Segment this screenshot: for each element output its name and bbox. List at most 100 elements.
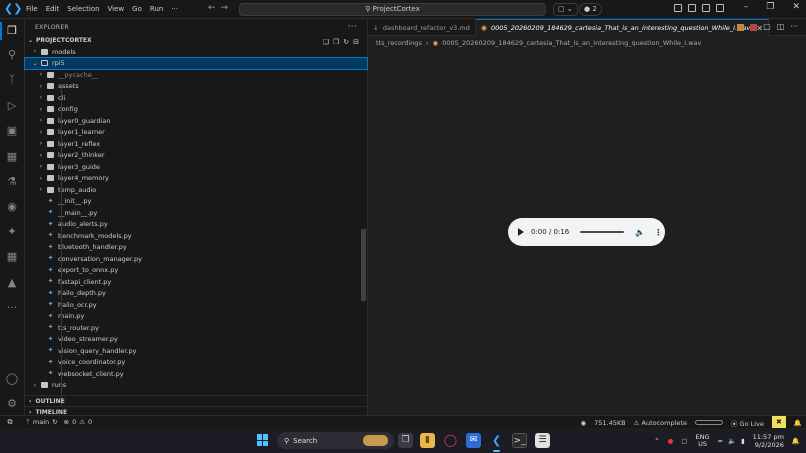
battery-icon[interactable]: ▮ (741, 437, 745, 445)
chevron-up-icon[interactable]: ⌃ (654, 437, 659, 445)
menu-file[interactable]: File (22, 5, 42, 13)
toggle-secondary-sidebar-icon[interactable] (716, 4, 724, 12)
close-icon[interactable]: ✕ (792, 2, 800, 12)
folder-item[interactable]: › layer1_learner (25, 127, 367, 139)
app-icon[interactable]: ☰ (535, 433, 550, 448)
autocomplete-status[interactable]: ⚠ Autocomplete (634, 419, 687, 427)
tab-wav-file[interactable]: ◉ 0005_20260209_184629_cartesia_That_is_… (475, 19, 769, 36)
file-item[interactable]: ✦ video_streamer.py (25, 334, 367, 346)
file-item[interactable]: ✦ audio_alerts.py (25, 219, 367, 231)
file-item[interactable]: ✦ __init__.py (25, 196, 367, 208)
menu-run[interactable]: Run (146, 5, 167, 13)
run-debug-icon[interactable]: ▷ (5, 99, 19, 113)
more-actions-icon[interactable]: ··· (790, 22, 798, 31)
azure-icon[interactable]: ▲ (5, 276, 19, 290)
extensions-icon[interactable]: ▦ (5, 150, 19, 164)
copilot-status-icon[interactable]: ◉ (580, 419, 586, 427)
menu-edit[interactable]: Edit (42, 5, 64, 13)
menu-more[interactable]: ··· (167, 5, 182, 13)
tab-dashboard-refactor[interactable]: ↓ dashboard_refactor_v3.md (368, 19, 476, 36)
opera-icon[interactable]: ◯ (443, 433, 458, 448)
folder-item[interactable]: › assets (25, 81, 367, 93)
language-indicator[interactable]: ENG US (696, 433, 710, 448)
toggle-panel-icon[interactable] (702, 4, 710, 12)
windows-start-icon[interactable] (257, 434, 269, 446)
menu-view[interactable]: View (104, 5, 129, 13)
volume-icon[interactable]: 🔈 (728, 437, 736, 445)
customize-layout-icon[interactable] (674, 4, 682, 12)
new-folder-icon[interactable]: ❐ (333, 38, 339, 46)
open-preview-icon[interactable]: ▢ (763, 22, 771, 31)
restore-icon[interactable]: ❐ (766, 2, 774, 12)
file-item[interactable]: ✦ __main__.py (25, 207, 367, 219)
folder-item[interactable]: ⌄ rpi5 (24, 56, 368, 70)
go-live-button[interactable]: ⦿ Go Live (731, 418, 764, 428)
sidebar-scrollbar[interactable] (361, 229, 366, 301)
collapse-all-icon[interactable]: ⊟ (353, 38, 359, 46)
audio-seek-bar[interactable] (580, 231, 625, 233)
copilot-chat-icon[interactable]: ✦ (5, 225, 19, 239)
folder-item[interactable]: › config (25, 104, 367, 116)
file-explorer-icon[interactable]: ▮ (420, 433, 435, 448)
file-item[interactable]: ✦ vision_query_handler.py (25, 345, 367, 357)
file-item[interactable]: ✦ websocket_client.py (25, 368, 367, 380)
more-views-icon[interactable]: ··· (5, 301, 19, 315)
task-view-icon[interactable]: ❐ (398, 433, 413, 448)
folder-item[interactable]: › __pycache__ (25, 69, 367, 81)
folder-item[interactable]: › layer4_memory (25, 173, 367, 185)
taskbar-search[interactable]: ⚲ Search (277, 432, 394, 449)
project-root[interactable]: ⌄ PROJECTCORTEX (25, 35, 367, 46)
clock[interactable]: 11:57 pm 9/2/2026 (753, 433, 784, 449)
search-view-icon[interactable]: ⚲ (5, 48, 19, 62)
toggle-sidebar-icon[interactable] (688, 4, 696, 12)
testing-icon[interactable]: ⚗ (5, 175, 19, 189)
remote-explorer-icon[interactable]: ▣ (5, 124, 19, 138)
tray-app-icon[interactable]: ● (668, 437, 674, 445)
file-item[interactable]: ✦ conversation_manager.py (25, 253, 367, 265)
file-item[interactable]: ✦ benchmark_models.py (25, 230, 367, 242)
folder-item[interactable]: › runs (25, 380, 367, 392)
player-menu-icon[interactable]: ⋮ (654, 228, 662, 237)
folder-item[interactable]: › temp_audio (25, 184, 367, 196)
tray-app-icon[interactable]: ▢ (681, 437, 687, 445)
minimize-icon[interactable]: – (744, 2, 749, 12)
extension-action-icon[interactable] (737, 24, 745, 31)
outline-section[interactable]: › OUTLINE (25, 395, 367, 406)
menu-selection[interactable]: Selection (63, 5, 103, 13)
folder-item[interactable]: › layer3_guide (25, 161, 367, 173)
command-center-search[interactable]: ⚲ ProjectCortex (239, 3, 546, 16)
containers-icon[interactable]: ▦ (5, 250, 19, 264)
menu-go[interactable]: Go (128, 5, 146, 13)
file-item[interactable]: ✦ fastapi_client.py (25, 276, 367, 288)
file-item[interactable]: ✦ bluetooth_handler.py (25, 242, 367, 254)
sync-icon[interactable]: ↻ (52, 418, 57, 426)
back-arrow-icon[interactable]: ← (208, 3, 221, 13)
notifications-bell-icon[interactable]: 🔔 (794, 419, 802, 427)
settings-gear-icon[interactable]: ⚙ (5, 397, 19, 411)
volume-icon[interactable]: 🔈 (635, 228, 645, 237)
folder-item[interactable]: › layer2_thinker (25, 150, 367, 162)
split-editor-icon[interactable]: ◫ (777, 22, 785, 31)
folder-item[interactable]: › models (25, 46, 367, 58)
refresh-icon[interactable]: ↻ (343, 38, 349, 46)
remote-indicator-icon[interactable]: ⧉ (0, 416, 20, 429)
breadcrumb-folder[interactable]: tts_recordings (376, 39, 422, 47)
extension-action-icon[interactable] (750, 24, 758, 31)
explorer-more-icon[interactable]: ··· (348, 22, 357, 32)
play-icon[interactable] (518, 228, 524, 236)
file-item[interactable]: ✦ voice_coordinator.py (25, 357, 367, 369)
folder-item[interactable]: › layer1_reflex (25, 138, 367, 150)
mail-icon[interactable]: ✉ (466, 433, 481, 448)
copilot-button[interactable]: ▢ ⌄ (553, 3, 578, 16)
folder-item[interactable]: › layer0_guardian (25, 115, 367, 127)
breadcrumb-file[interactable]: 0005_20260209_184629_cartesia_That_is_an… (442, 39, 701, 47)
notification-center-icon[interactable]: 🔔 (792, 437, 800, 445)
file-item[interactable]: ✦ hailo_ocr.py (25, 299, 367, 311)
branch-indicator[interactable]: ᛉ main ↻ (26, 418, 58, 426)
forward-arrow-icon[interactable]: → (221, 3, 234, 13)
copilot-badge[interactable]: ● 2 (579, 3, 602, 16)
file-item[interactable]: ✦ export_to_onnx.py (25, 265, 367, 277)
file-item[interactable]: ✦ main.py (25, 311, 367, 323)
github-icon[interactable]: ◉ (5, 200, 19, 214)
file-item[interactable]: ✦ tts_router.py (25, 322, 367, 334)
